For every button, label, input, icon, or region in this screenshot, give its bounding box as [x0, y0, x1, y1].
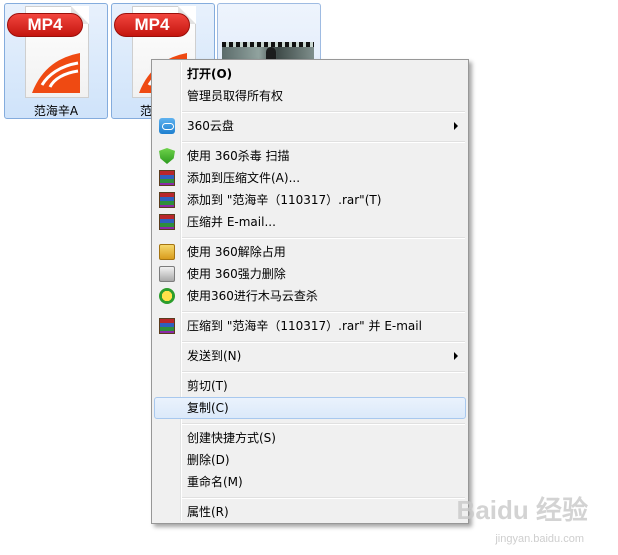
menu-separator [182, 141, 465, 143]
menu-item-cut[interactable]: 剪切(T) [154, 375, 466, 397]
media-player-logo-icon [32, 53, 80, 93]
winrar-icon [159, 170, 175, 186]
shield-icon [159, 148, 175, 164]
menu-item-properties[interactable]: 属性(R) [154, 501, 466, 523]
menu-item-add-to-archive[interactable]: 添加到压缩文件(A)... [154, 167, 466, 189]
baidu-watermark-url: jingyan.baidu.com [495, 533, 584, 545]
menu-item-rename[interactable]: 重命名(M) [154, 471, 466, 493]
cloud-icon [159, 118, 175, 134]
winrar-icon [159, 192, 175, 208]
menu-item-360-cloud[interactable]: 360云盘 [154, 115, 466, 137]
menu-separator [182, 423, 465, 425]
menu-item-360-unlock[interactable]: 使用 360解除占用 [154, 241, 466, 263]
context-menu: 打开(O) 管理员取得所有权 360云盘 使用 360杀毒 扫描 添加到压缩文件… [151, 59, 469, 524]
menu-item-360-trojan-scan[interactable]: 使用360进行木马云查杀 [154, 285, 466, 307]
menu-separator [182, 371, 465, 373]
mp4-badge: MP4 [114, 13, 190, 37]
unlock-icon [159, 244, 175, 260]
menu-item-open[interactable]: 打开(O) [154, 63, 466, 85]
menu-separator [182, 111, 465, 113]
menu-item-compress-rar-email[interactable]: 压缩到 "范海辛（110317）.rar" 并 E-mail [154, 315, 466, 337]
menu-separator [182, 237, 465, 239]
baidu-watermark: Baidu 经验 [456, 495, 588, 525]
submenu-arrow-icon [454, 352, 458, 360]
mp4-badge: MP4 [7, 13, 83, 37]
menu-separator [182, 497, 465, 499]
menu-item-copy[interactable]: 复制(C) [154, 397, 466, 419]
menu-item-360-force-delete[interactable]: 使用 360强力删除 [154, 263, 466, 285]
menu-separator [182, 311, 465, 313]
menu-item-delete[interactable]: 删除(D) [154, 449, 466, 471]
menu-item-360-scan[interactable]: 使用 360杀毒 扫描 [154, 145, 466, 167]
file-icon-fanhaixin-a[interactable]: MP4 范海辛A [4, 3, 108, 119]
winrar-icon [159, 318, 175, 334]
menu-item-compress-email[interactable]: 压缩并 E-mail... [154, 211, 466, 233]
menu-separator [182, 341, 465, 343]
winrar-icon [159, 214, 175, 230]
shredder-icon [159, 266, 175, 282]
submenu-arrow-icon [454, 122, 458, 130]
menu-item-take-ownership[interactable]: 管理员取得所有权 [154, 85, 466, 107]
menu-item-send-to[interactable]: 发送到(N) [154, 345, 466, 367]
menu-item-create-shortcut[interactable]: 创建快捷方式(S) [154, 427, 466, 449]
file-name: 范海辛A [33, 104, 79, 118]
trojan-scan-icon [159, 288, 175, 304]
menu-item-add-to-rar[interactable]: 添加到 "范海辛（110317）.rar"(T) [154, 189, 466, 211]
